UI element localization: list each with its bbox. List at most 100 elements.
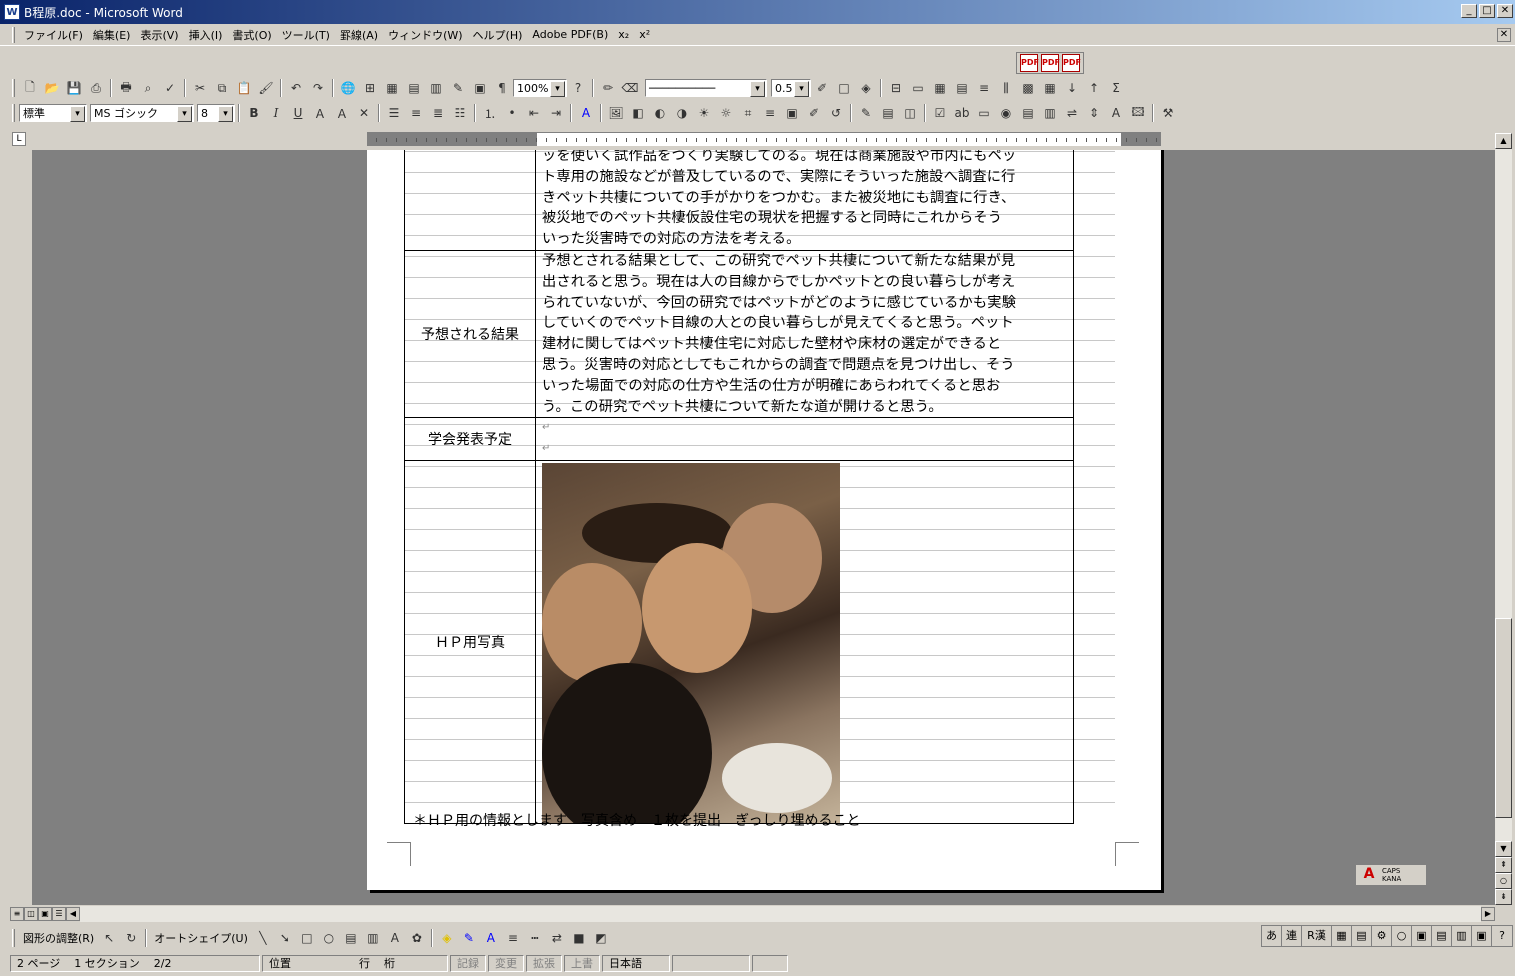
status-record[interactable]: 記録: [450, 954, 486, 972]
align-center-icon[interactable]: ≡: [405, 102, 427, 124]
more-contrast-icon[interactable]: ◐: [649, 102, 671, 124]
character-scaling-icon[interactable]: ✕: [353, 102, 375, 124]
status-track-changes[interactable]: 変更: [488, 954, 524, 972]
menu-table[interactable]: 罫線(A): [335, 27, 383, 43]
rectangle-icon[interactable]: □: [296, 927, 318, 949]
menu-help[interactable]: ヘルプ(H): [468, 27, 528, 43]
distribute-columns-icon[interactable]: ⫼: [995, 77, 1017, 99]
menu-adobe-pdf[interactable]: Adobe PDF(B): [527, 28, 613, 41]
line-color-icon[interactable]: ✎: [458, 927, 480, 949]
font-select[interactable]: MS ゴシック: [90, 104, 194, 122]
browse-object-button[interactable]: ○: [1495, 873, 1512, 889]
select-objects-icon[interactable]: ↖: [98, 927, 120, 949]
insert-excel-icon[interactable]: ▤: [403, 77, 425, 99]
minimize-button[interactable]: _: [1461, 4, 1477, 18]
eraser-icon[interactable]: ⌫: [619, 77, 641, 99]
columns-icon[interactable]: ▥: [425, 77, 447, 99]
row-content-conference[interactable]: ↵ ↵: [535, 417, 1074, 461]
ime-prop-icon[interactable]: ▣: [1412, 926, 1432, 946]
combobox-control-icon[interactable]: ▥: [1039, 102, 1061, 124]
listbox-control-icon[interactable]: ▤: [1017, 102, 1039, 124]
shading-color-icon[interactable]: ◈: [855, 77, 877, 99]
ime-hiragana-button[interactable]: あ: [1262, 926, 1282, 946]
align-icon[interactable]: ▤: [951, 77, 973, 99]
document-page[interactable]: ッを使いく試作品をつくり実験してのる。現在は商業施設や市内にもペッ ト専用の施設…: [367, 150, 1161, 890]
ime-pad-icon[interactable]: ▤: [1352, 926, 1372, 946]
menu-edit[interactable]: 編集(E): [88, 27, 136, 43]
horizontal-ruler[interactable]: [367, 132, 1161, 146]
group-photo[interactable]: [542, 462, 840, 823]
spelling-icon[interactable]: ✓: [159, 77, 181, 99]
ime-config-icon[interactable]: ▥: [1452, 926, 1472, 946]
distributed-icon[interactable]: ☷: [449, 102, 471, 124]
arrow-icon[interactable]: ➘: [274, 927, 296, 949]
ime-dict-icon[interactable]: ○: [1392, 926, 1412, 946]
close-window-button[interactable]: ✕: [1497, 4, 1513, 18]
font-color-icon[interactable]: A: [575, 102, 597, 124]
sort-descending-icon[interactable]: ↑: [1083, 77, 1105, 99]
spin-button-icon[interactable]: ⇕: [1083, 102, 1105, 124]
option-button-icon[interactable]: ◉: [995, 102, 1017, 124]
convert-and-email-pdf-icon[interactable]: PDF: [1041, 54, 1060, 72]
set-transparent-icon[interactable]: ✐: [803, 102, 825, 124]
ime-help-icon[interactable]: ?: [1492, 926, 1512, 946]
horizontal-scroll-track[interactable]: [80, 906, 1481, 922]
format-painter-icon[interactable]: 🖌: [255, 77, 277, 99]
menu-view[interactable]: 表示(V): [135, 27, 183, 43]
tables-borders-icon[interactable]: ⊞: [359, 77, 381, 99]
shadow-icon[interactable]: ■: [568, 927, 590, 949]
less-brightness-icon[interactable]: ☼: [715, 102, 737, 124]
hyperlink-icon[interactable]: 🌐: [337, 77, 359, 99]
print-preview-icon[interactable]: ⌕: [137, 77, 159, 99]
status-extend[interactable]: 拡張: [526, 954, 562, 972]
help-icon[interactable]: ?: [567, 77, 589, 99]
free-rotate-icon[interactable]: ↻: [120, 927, 142, 949]
line-style-icon[interactable]: ≡: [759, 102, 781, 124]
subscript-button[interactable]: x₂: [613, 28, 634, 41]
web-layout-button[interactable]: ◫: [24, 907, 38, 921]
std-toolbar-grip[interactable]: [12, 79, 15, 97]
toggle-button-icon[interactable]: ⇌: [1061, 102, 1083, 124]
line-weight-select[interactable]: 0.5: [771, 79, 811, 97]
word-app-icon[interactable]: W: [4, 4, 20, 20]
view-code-icon[interactable]: ◫: [899, 102, 921, 124]
scroll-thumb[interactable]: [1495, 618, 1512, 818]
outline-view-button[interactable]: ☰: [52, 907, 66, 921]
undo-icon[interactable]: ↶: [285, 77, 307, 99]
bullets-icon[interactable]: •: [501, 102, 523, 124]
wordart-icon[interactable]: A: [384, 927, 406, 949]
insert-table-icon[interactable]: ▦: [381, 77, 403, 99]
align-justify-icon[interactable]: ☰: [383, 102, 405, 124]
save-icon[interactable]: 💾: [63, 77, 85, 99]
scroll-down-button[interactable]: ▼: [1495, 841, 1512, 857]
paste-icon[interactable]: 📋: [233, 77, 255, 99]
ime-status-widget[interactable]: A CAPS KANA: [1355, 864, 1427, 886]
autoformat-icon[interactable]: ▩: [1017, 77, 1039, 99]
more-brightness-icon[interactable]: ☀: [693, 102, 715, 124]
menubar-grip[interactable]: [12, 26, 15, 43]
textbox-icon[interactable]: ▤: [340, 927, 362, 949]
ime-kanji-button[interactable]: R漢: [1302, 926, 1332, 946]
more-controls-icon[interactable]: ⚒: [1157, 102, 1179, 124]
draw-table-icon[interactable]: ✏: [597, 77, 619, 99]
convert-to-pdf-icon[interactable]: PDF: [1020, 54, 1039, 72]
open-folder-icon[interactable]: 📂: [41, 77, 63, 99]
clipart-icon[interactable]: ✿: [406, 927, 428, 949]
convert-and-review-pdf-icon[interactable]: PDF: [1062, 54, 1081, 72]
font-color-draw-icon[interactable]: A: [480, 927, 502, 949]
checkbox-control-icon[interactable]: ☑: [929, 102, 951, 124]
ime-conversion-button[interactable]: 連: [1282, 926, 1302, 946]
row-content-expected-results[interactable]: 予想とされる結果として、この研究でペット共棲について新たな結果が見 出されると思…: [535, 249, 1074, 419]
format-picture-icon[interactable]: ▣: [781, 102, 803, 124]
print-icon[interactable]: 🖶: [115, 77, 137, 99]
reset-picture-icon[interactable]: ↺: [825, 102, 847, 124]
show-hide-icon[interactable]: ¶: [491, 77, 513, 99]
sort-ascending-icon[interactable]: ↓: [1061, 77, 1083, 99]
menu-insert[interactable]: 挿入(I): [184, 27, 228, 43]
border-color-icon[interactable]: ✐: [811, 77, 833, 99]
ime-menu-icon[interactable]: ▤: [1432, 926, 1452, 946]
menu-tools[interactable]: ツール(T): [277, 27, 335, 43]
bold-button[interactable]: B: [243, 102, 265, 124]
permission-icon[interactable]: ⎙: [85, 77, 107, 99]
hide-gridlines-icon[interactable]: ▦: [1039, 77, 1061, 99]
